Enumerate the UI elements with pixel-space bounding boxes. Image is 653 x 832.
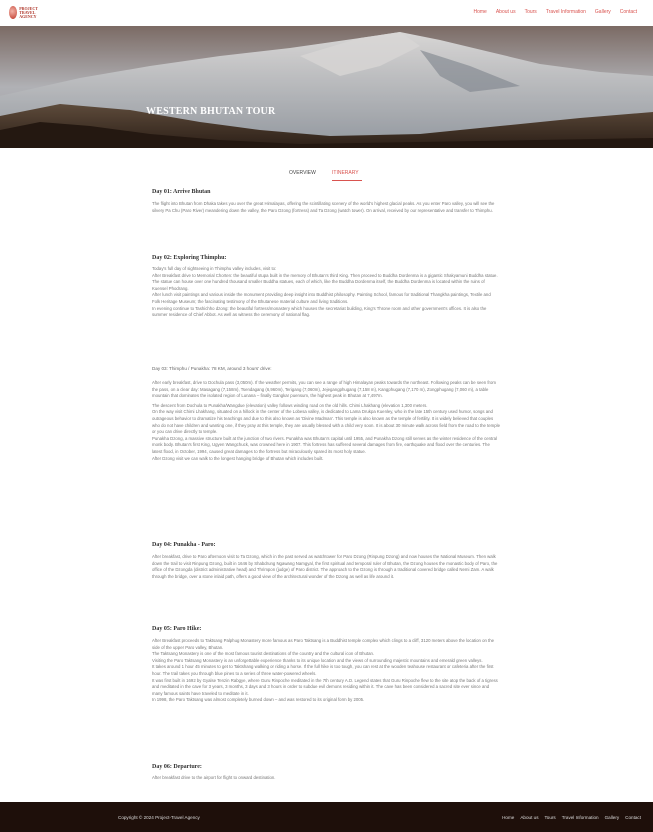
nav-tours-link[interactable]: Tours (525, 9, 537, 15)
nav-travel-info-link[interactable]: Travel Information (546, 9, 586, 15)
footer-travel-info-link[interactable]: Travel Information (562, 815, 599, 820)
site-header: PROJECT TRAVEL AGENCY Home About us Tour… (0, 0, 653, 27)
nav-contact-link[interactable]: Contact (620, 9, 637, 15)
day-paragraph: Today's full day of sightseeing in Thimp… (152, 266, 277, 271)
day-paragraph: Visiting the Paro Taktsang Monastery is … (152, 657, 483, 663)
nav-about-link[interactable]: About us (496, 9, 516, 15)
page-title: WESTERN BHUTAN TOUR (146, 106, 276, 117)
day-paragraph: After Breakfast proceeds to Taktsang Pal… (152, 638, 495, 650)
active-tab-indicator (332, 180, 362, 181)
hero-overlay (0, 26, 653, 148)
day-paragraph: It takes around 1 hour 45 minutes to get… (152, 664, 494, 676)
footer-contact-link[interactable]: Contact (625, 815, 641, 820)
day-paragraph: The descent from Dochula to Punakha/Wang… (152, 402, 428, 408)
day-paragraph: The Taktsang Monastery is one of the mos… (152, 651, 375, 657)
hero-banner: WESTERN BHUTAN TOUR (0, 26, 653, 148)
day-paragraph: After Dzong visit we can walk to the lon… (152, 455, 324, 461)
footer-tours-link[interactable]: Tours (545, 815, 556, 820)
day-paragraph: It was first built in 1692 by Gyalse Ten… (152, 677, 498, 696)
day-paragraph: After Breakfast drive to Memorial Chorte… (152, 272, 498, 291)
day-paragraph: In evening continue to Tashichho dzong: … (152, 305, 487, 318)
footer-gallery-link[interactable]: Gallery (605, 815, 620, 820)
tab-itinerary[interactable]: ITINERARY (332, 170, 359, 176)
tour-tabs: OVERVIEW ITINERARY (0, 170, 653, 182)
logo-mark-icon (9, 6, 18, 19)
nav-home-link[interactable]: Home (473, 9, 486, 15)
tab-overview[interactable]: OVERVIEW (289, 170, 316, 176)
site-logo[interactable]: PROJECT TRAVEL AGENCY (9, 6, 53, 19)
day-paragraph: Punakha Dzong, a massive structure built… (152, 435, 497, 454)
footer-home-link[interactable]: Home (502, 815, 514, 820)
day-6: Day 06: Departure: After breakfast drive… (152, 764, 500, 782)
copyright-text: Copyright © 2024 Project-Travel Agency (118, 815, 200, 820)
day-paragraph: After breakfast drive to the airport for… (152, 775, 276, 780)
day-paragraph: After breakfast, drive to Paro afternoon… (152, 554, 498, 579)
day-paragraph: The flight into Bhutan from Dhaka takes … (152, 201, 495, 213)
day-4: Day 04: Punakha - Paro: After breakfast,… (152, 542, 500, 580)
day-5: Day 05: Paro Hike: After Breakfast proce… (152, 626, 500, 704)
nav-gallery-link[interactable]: Gallery (595, 9, 611, 15)
footer-about-link[interactable]: About us (520, 815, 538, 820)
day-paragraph: After early breakfast, drive to Dochula … (152, 380, 496, 399)
logo-text: PROJECT TRAVEL AGENCY (19, 5, 38, 19)
day-2: Day 02: Exploring Thimphu: Today's full … (152, 255, 500, 319)
site-footer: Copyright © 2024 Project-Travel Agency H… (0, 802, 653, 832)
main-nav: Home About us Tours Travel Information G… (473, 9, 637, 15)
footer-nav: Home About us Tours Travel Information G… (502, 815, 641, 820)
day-3: Day 03: Thimphu / Punakha: 78 KM, around… (152, 366, 500, 462)
day-paragraph: On the way visit Chimi Lhakhang, situate… (152, 409, 500, 435)
day-paragraph: After lunch visit paintings and various … (152, 292, 491, 304)
day-1: Day 01: Arrive Bhutan The flight into Bh… (152, 189, 500, 214)
day-paragraph: In 1998, the Paro Taktsang was almost co… (152, 697, 365, 703)
